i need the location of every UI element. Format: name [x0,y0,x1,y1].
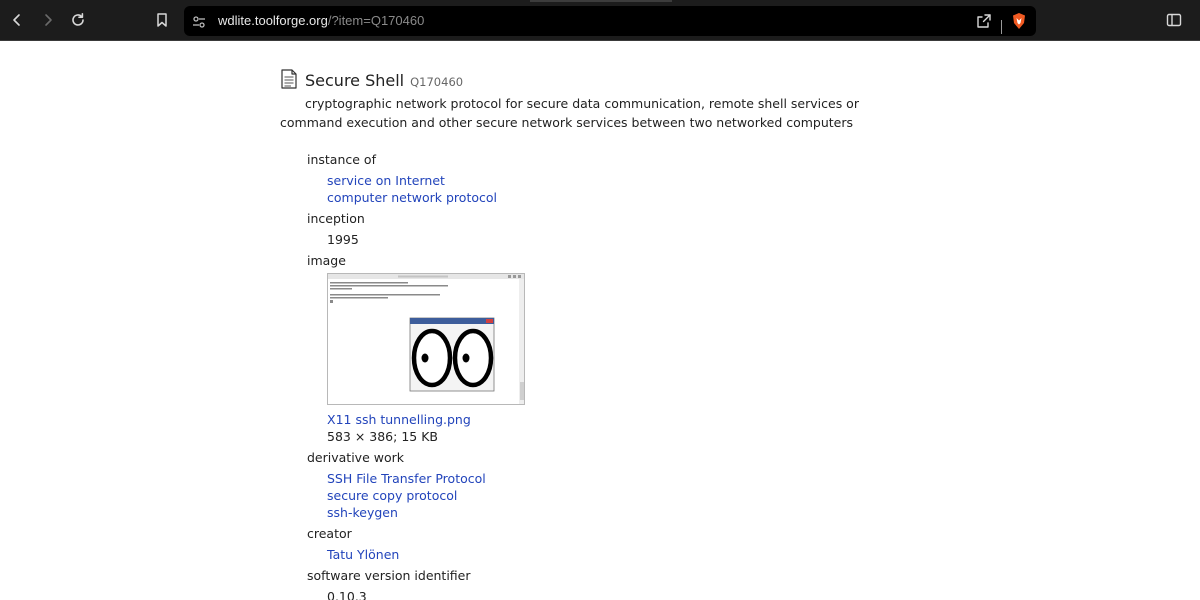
property-label-creator: creator [307,526,352,541]
value-link[interactable]: SSH File Transfer Protocol [327,470,920,487]
site-info-button[interactable] [192,14,206,33]
image-file-link[interactable]: X11 ssh tunnelling.png [327,411,920,428]
image-thumbnail[interactable] [327,273,525,405]
share-button[interactable] [976,13,992,33]
entity-page: Secure Shell Q170460 cryptographic netwo… [280,66,920,600]
property-values-derivative-work: SSH File Transfer Protocol secure copy p… [327,470,920,521]
page-header: Secure Shell Q170460 [280,66,920,90]
bookmark-button[interactable] [151,9,173,31]
terminal-screenshot-image [328,274,524,404]
brave-shields-button[interactable] [1011,12,1027,34]
url-host: wdlite.toolforge.org [218,13,328,28]
property-values-inception: 1995 [327,231,920,248]
forward-button[interactable] [37,9,59,31]
site-info-icon [193,16,205,28]
bookmark-icon [157,13,167,27]
sidebar-toggle-icon [1166,13,1182,27]
property-label-instance-of: instance of [307,152,376,167]
value-link[interactable]: computer network protocol [327,189,920,206]
value-link[interactable]: Tatu Ylönen [327,546,920,563]
brave-shield-icon [1013,13,1025,29]
property-label-derivative-work: derivative work [307,450,404,465]
url-text[interactable]: wdlite.toolforge.org/?item=Q170460 [218,6,424,36]
property-values-software-version: 0.10.3 [327,588,920,600]
property-label-image: image [307,253,346,268]
url-path: /?item=Q170460 [327,13,425,28]
back-icon [13,14,20,26]
address-bar[interactable]: wdlite.toolforge.org/?item=Q170460 [184,6,1036,36]
value-link[interactable]: secure copy protocol [327,487,920,504]
tab-strip-edge [530,0,672,2]
value-text: 1995 [327,232,359,247]
property-values-image: X11 ssh tunnelling.png 583 × 386; 15 KB [327,273,920,445]
item-description: cryptographic network protocol for secur… [280,96,859,130]
value-text: 0.10.3 [327,589,367,600]
value-link[interactable]: ssh-keygen [327,504,920,521]
item-id: Q170460 [410,75,464,89]
value-link[interactable]: service on Internet [327,172,920,189]
forward-icon [45,14,52,26]
back-button[interactable] [6,9,28,31]
document-icon [281,69,297,89]
reload-button[interactable] [67,9,89,31]
property-label-software-version: software version identifier [307,568,471,583]
sidebar-toggle-button[interactable] [1163,9,1185,31]
page-title: Secure Shell [305,71,405,90]
share-icon [977,14,991,28]
property-label-inception: inception [307,211,365,226]
image-file-meta: 583 × 386; 15 KB [327,429,438,444]
property-list: instance of service on Internet computer… [307,150,920,600]
property-values-creator: Tatu Ylönen [327,546,920,563]
reload-icon [72,13,84,26]
address-bar-divider [1001,20,1002,34]
browser-toolbar: wdlite.toolforge.org/?item=Q170460 [0,0,1200,41]
property-values-instance-of: service on Internet computer network pro… [327,172,920,206]
